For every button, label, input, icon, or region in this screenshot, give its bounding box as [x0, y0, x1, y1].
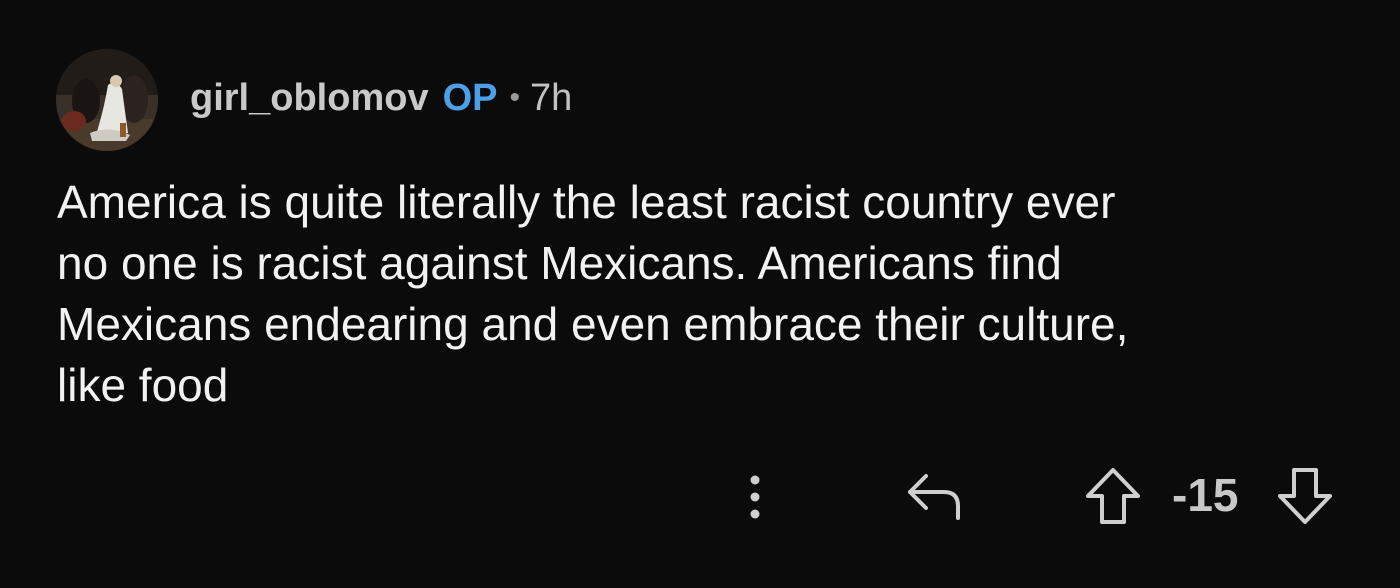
downvote-button[interactable]: [1272, 464, 1338, 528]
avatar[interactable]: [56, 49, 158, 151]
vote-score: -15: [1172, 469, 1239, 521]
comment-header: girl_oblomov OP • 7h: [56, 49, 572, 151]
username-link[interactable]: girl_oblomov: [190, 79, 429, 117]
op-badge: OP: [442, 77, 498, 119]
more-options-button[interactable]: [740, 466, 770, 526]
comment-actions: -15: [0, 462, 1400, 532]
upvote-arrow-icon: [1086, 468, 1140, 524]
comment-card: girl_oblomov OP • 7h America is quite li…: [0, 0, 1400, 588]
meta-separator: •: [509, 81, 520, 114]
reply-arrow-icon: [908, 474, 960, 520]
vertical-ellipsis-icon: [750, 475, 760, 519]
upvote-button[interactable]: [1080, 464, 1146, 528]
painting-avatar-icon: [56, 49, 158, 151]
comment-timestamp: 7h: [530, 77, 573, 119]
downvote-arrow-icon: [1278, 468, 1332, 524]
reply-button[interactable]: [898, 466, 970, 526]
comment-body: America is quite literally the least rac…: [57, 176, 1129, 411]
comment-meta: girl_oblomov OP • 7h: [190, 79, 572, 117]
